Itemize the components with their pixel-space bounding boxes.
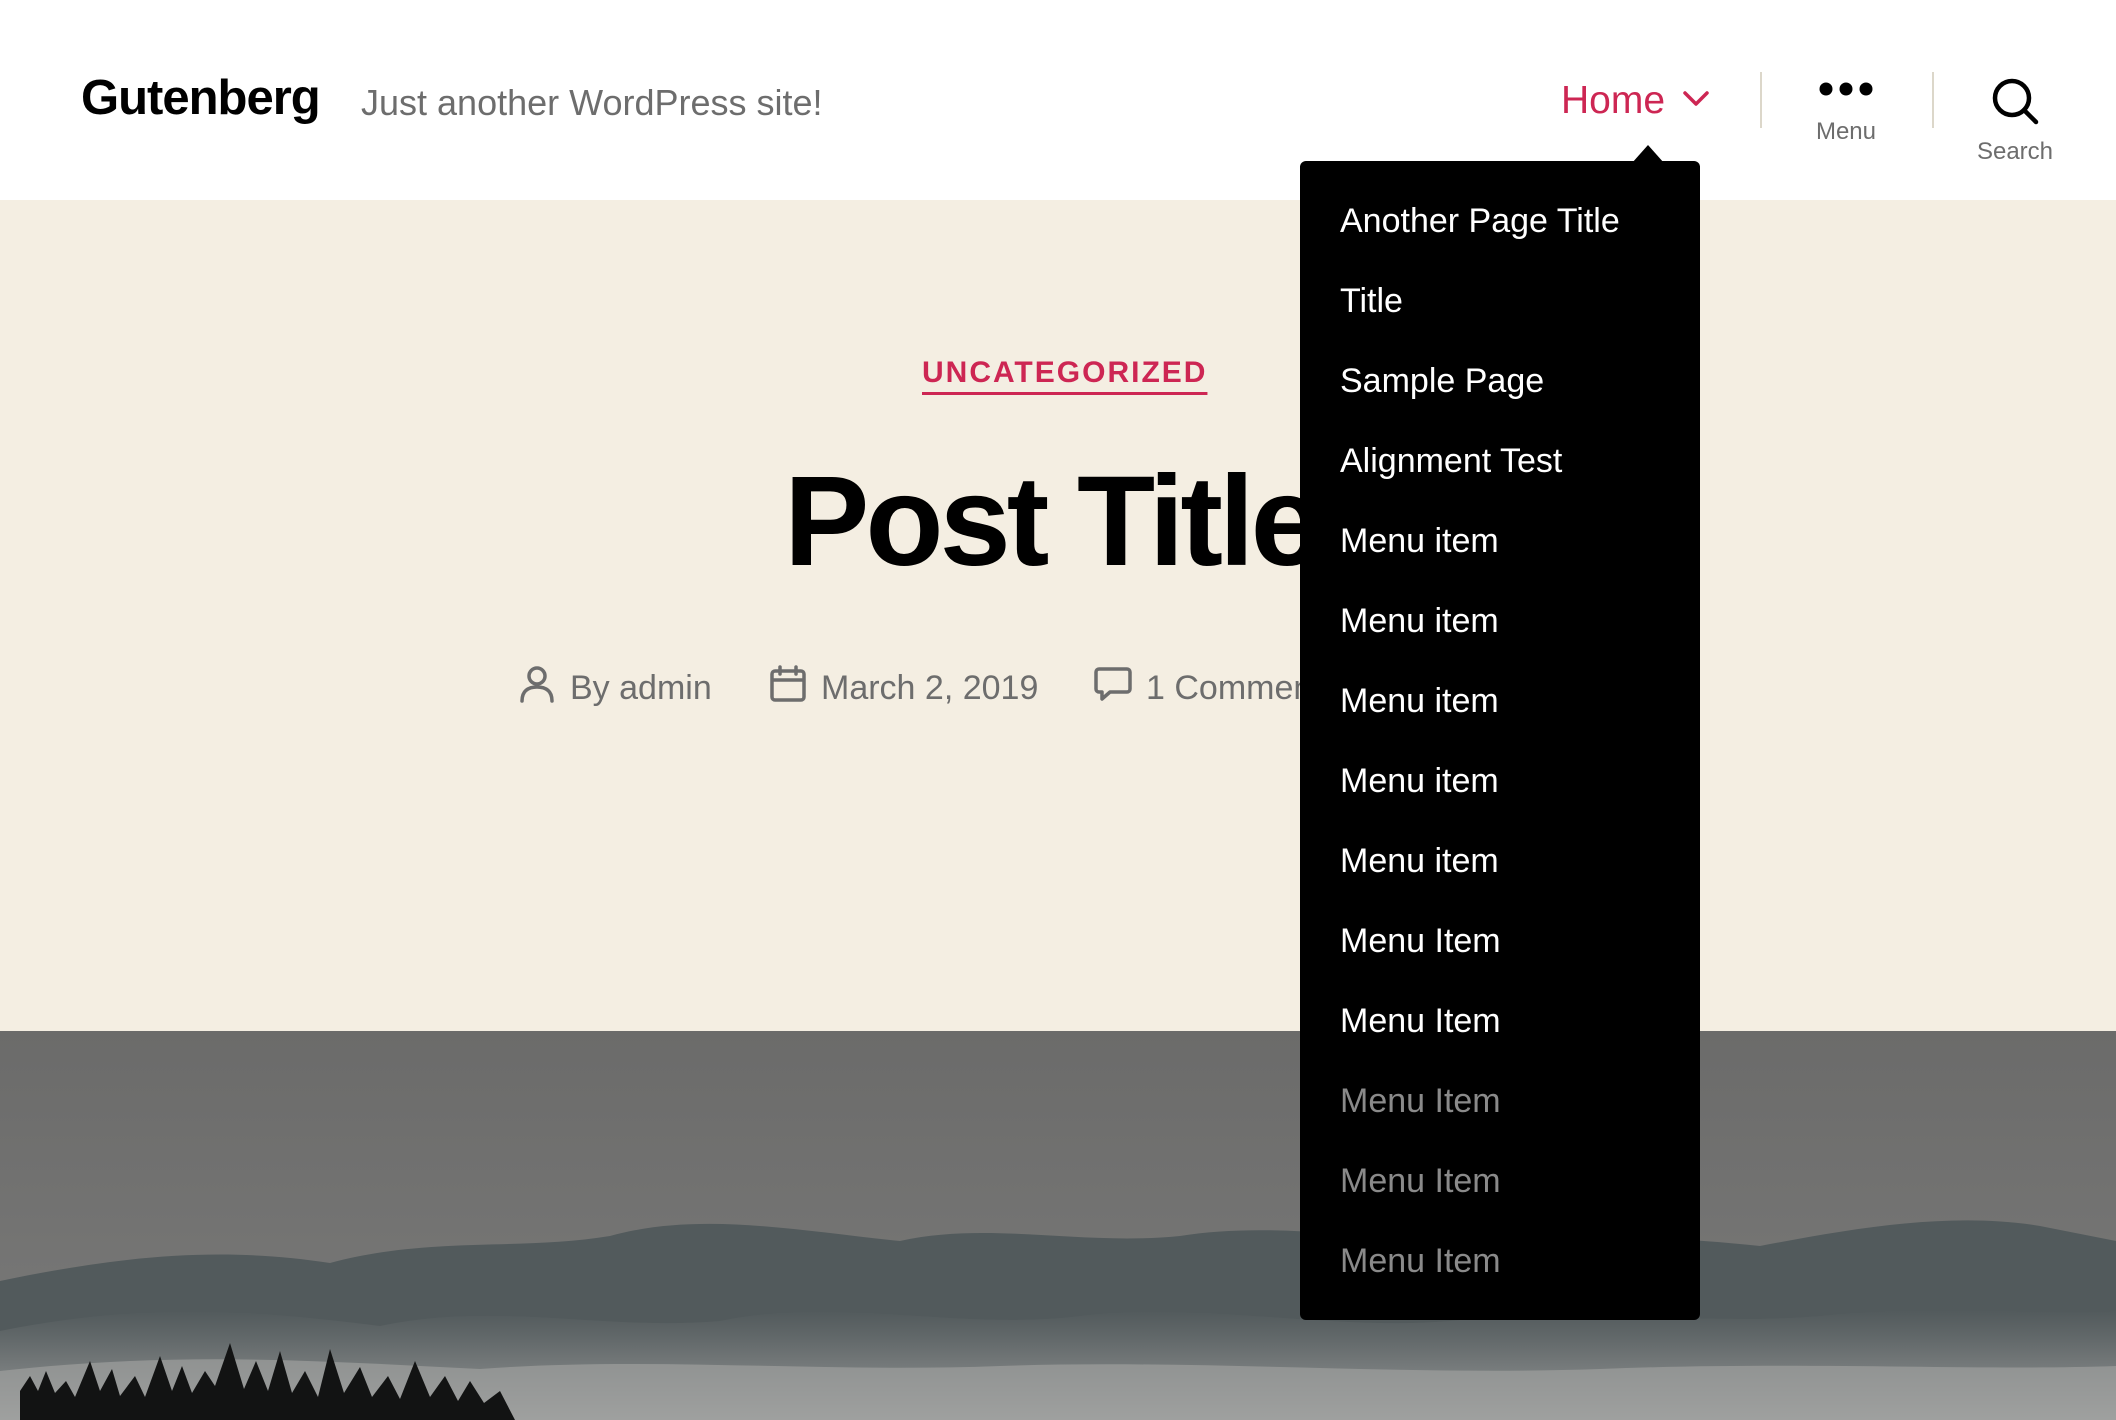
comment-icon	[1094, 665, 1132, 712]
submenu-item-sample-page[interactable]: Sample Page	[1300, 351, 1700, 431]
post-title: Post Title	[784, 450, 1322, 593]
submenu-item-menu-item[interactable]: Menu Item	[1300, 1231, 1700, 1311]
site-title[interactable]: Gutenberg	[81, 70, 321, 126]
menu-toggle-button[interactable]: Menu	[1776, 74, 1916, 174]
site-header: Gutenberg Just another WordPress site! H…	[0, 0, 2116, 200]
post-comments[interactable]: 1 Comment	[1094, 664, 1322, 712]
header-divider	[1932, 72, 1934, 128]
search-toggle-button[interactable]: Search	[1945, 76, 2085, 176]
submenu-item-menu-item[interactable]: Menu item	[1300, 591, 1700, 671]
post-date[interactable]: March 2, 2019	[769, 664, 1038, 712]
submenu-item-alignment-test[interactable]: Alignment Test	[1300, 431, 1700, 511]
nav-submenu: Another Page Title Title Sample Page Ali…	[1300, 161, 1700, 1320]
category-link[interactable]: UNCATEGORIZED	[922, 356, 1207, 390]
nav-item-home[interactable]: Home	[1561, 78, 1709, 124]
menu-toggle-label: Menu	[1815, 118, 1877, 145]
post-author-label: By admin	[570, 668, 712, 707]
submenu-item-title[interactable]: Title	[1300, 271, 1700, 351]
site-tagline: Just another WordPress site!	[361, 82, 823, 123]
submenu-item-menu-item[interactable]: Menu item	[1300, 511, 1700, 591]
submenu-item-menu-item[interactable]: Menu item	[1300, 751, 1700, 831]
header-divider	[1760, 72, 1762, 128]
calendar-icon	[769, 664, 807, 712]
submenu-item-menu-item[interactable]: Menu Item	[1300, 1151, 1700, 1231]
post-author[interactable]: By admin	[518, 664, 712, 712]
post-comments-label: 1 Comment	[1146, 668, 1322, 707]
submenu-item-another-page-title[interactable]: Another Page Title	[1300, 191, 1700, 271]
post-date-label: March 2, 2019	[821, 668, 1039, 707]
entry-header	[0, 200, 2116, 1031]
search-icon	[1990, 76, 2040, 126]
search-toggle-label: Search	[1976, 138, 2054, 165]
chevron-down-icon[interactable]	[1683, 90, 1709, 112]
user-icon	[518, 664, 556, 713]
page: Gutenberg Just another WordPress site! H…	[0, 0, 2116, 1420]
featured-image	[0, 1031, 2116, 1420]
nav-item-home-label: Home	[1561, 79, 1666, 122]
submenu-item-menu-item[interactable]: Menu Item	[1300, 1071, 1700, 1151]
submenu-item-menu-item[interactable]: Menu Item	[1300, 911, 1700, 991]
submenu-item-menu-item[interactable]: Menu item	[1300, 671, 1700, 751]
submenu-item-menu-item[interactable]: Menu Item	[1300, 991, 1700, 1071]
submenu-item-menu-item[interactable]: Menu item	[1300, 831, 1700, 911]
ellipsis-icon	[1818, 74, 1874, 104]
